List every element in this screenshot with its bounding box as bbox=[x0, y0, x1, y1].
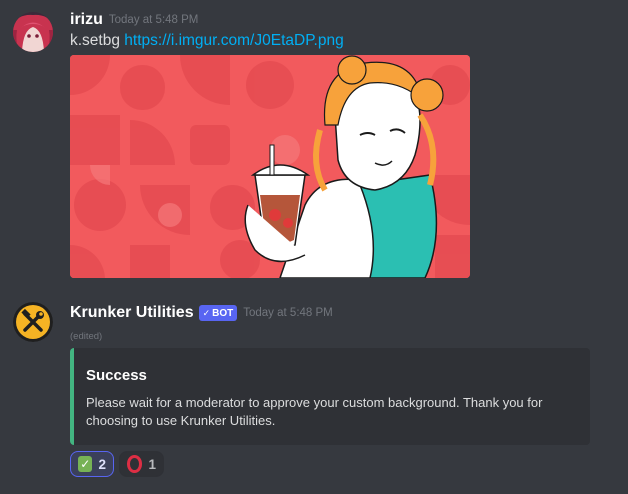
bot-tag-label: BOT bbox=[212, 307, 234, 319]
timestamp: Today at 5:48 PM bbox=[108, 14, 199, 26]
reaction-count: 1 bbox=[148, 456, 156, 472]
username[interactable]: irizu bbox=[70, 11, 103, 29]
edited-label: (edited) bbox=[70, 331, 103, 342]
embed: Success Please wait for a moderator to a… bbox=[70, 348, 590, 445]
reaction-circle[interactable]: 1 bbox=[119, 451, 164, 477]
background-preview-image bbox=[70, 55, 470, 278]
embed-title: Success bbox=[86, 367, 147, 384]
bot-tag: ✓ BOT bbox=[198, 305, 238, 321]
hammer-wrench-icon bbox=[13, 302, 53, 342]
red-circle-icon bbox=[127, 455, 143, 473]
message-content: k.setbg https://i.imgur.com/J0EtaDP.png bbox=[70, 32, 344, 50]
username[interactable]: Krunker Utilities bbox=[70, 304, 194, 322]
white-check-mark-icon: ✓ bbox=[78, 456, 93, 472]
image-link[interactable]: https://i.imgur.com/J0EtaDP.png bbox=[124, 32, 343, 49]
reaction-check[interactable]: ✓ 2 bbox=[70, 451, 114, 477]
user-avatar[interactable] bbox=[13, 12, 53, 52]
verified-check-icon: ✓ bbox=[202, 307, 211, 318]
command-text: k.setbg bbox=[70, 32, 120, 49]
reaction-count: 2 bbox=[98, 456, 106, 472]
timestamp: Today at 5:48 PM bbox=[243, 307, 333, 319]
avatar-image bbox=[13, 12, 53, 52]
embed-description: Please wait for a moderator to approve y… bbox=[86, 395, 543, 428]
bot-avatar[interactable] bbox=[13, 302, 53, 342]
image-attachment[interactable] bbox=[70, 55, 470, 278]
